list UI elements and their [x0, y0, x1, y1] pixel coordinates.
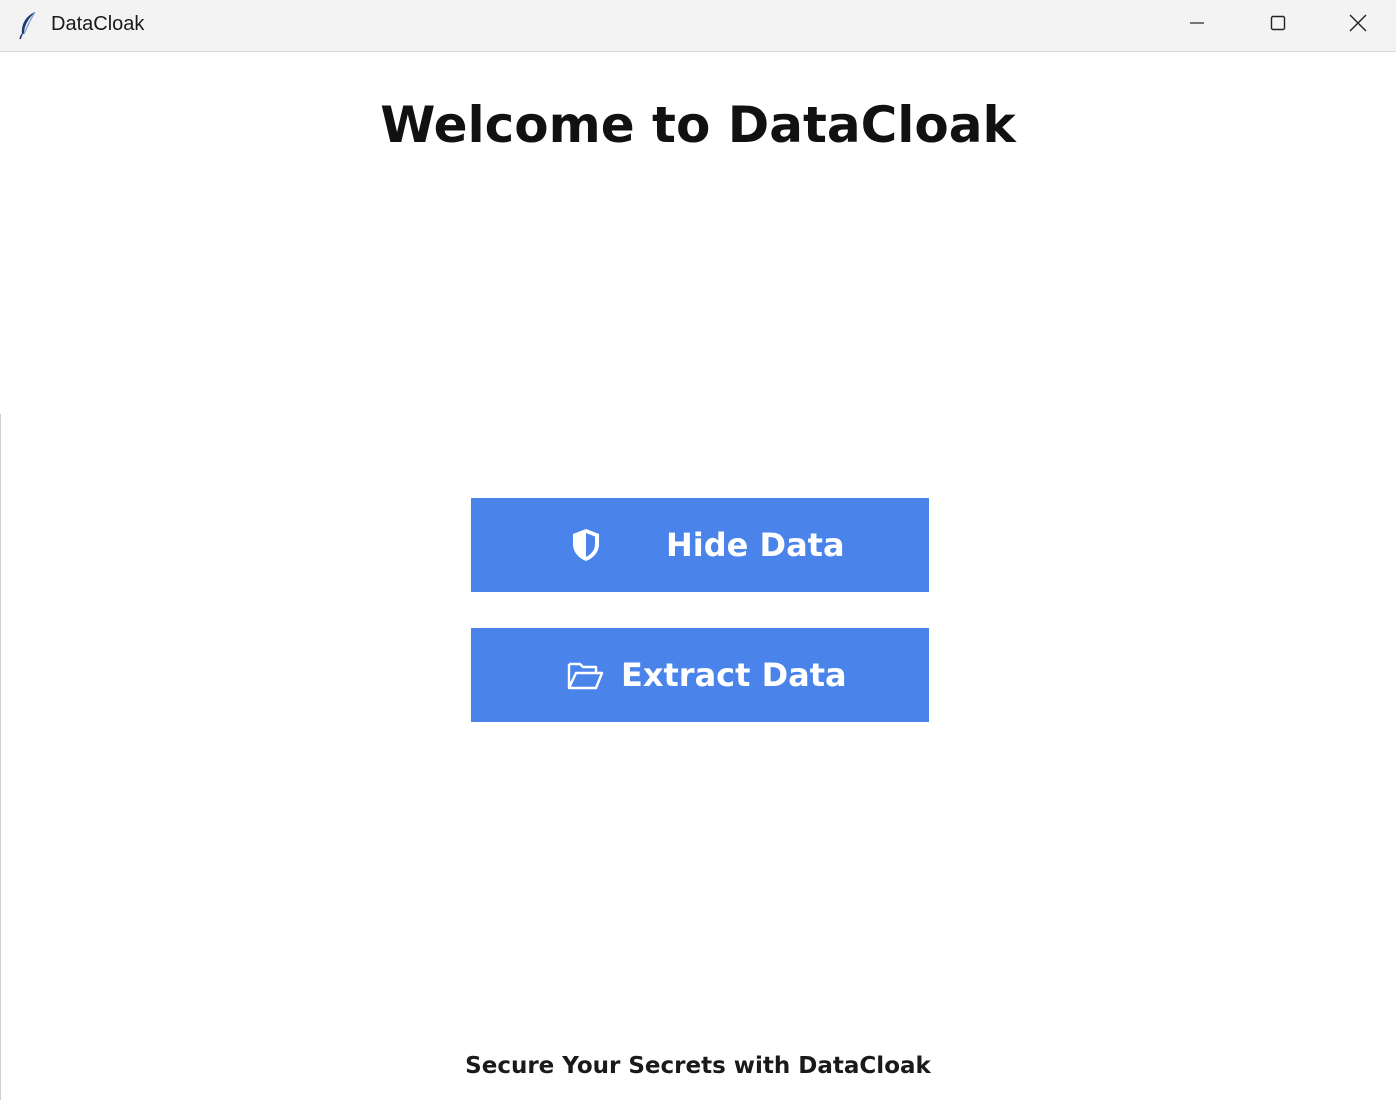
close-icon [1349, 14, 1367, 37]
hide-data-label: Hide Data [666, 526, 845, 564]
extract-data-button[interactable]: Extract Data [471, 628, 929, 722]
shield-icon [566, 525, 606, 565]
page-title: Welcome to DataCloak [380, 96, 1016, 154]
minimize-button[interactable] [1157, 0, 1237, 50]
window-border [0, 414, 1, 1100]
maximize-button[interactable] [1238, 0, 1318, 50]
app-window: DataCloak Welcome to DataCloak Hide Data [0, 0, 1396, 1100]
window-title: DataCloak [51, 13, 145, 35]
feather-icon [16, 10, 40, 40]
close-button[interactable] [1318, 0, 1396, 50]
maximize-icon [1270, 15, 1286, 36]
title-bar[interactable]: DataCloak [0, 0, 1396, 52]
minimize-icon [1189, 15, 1205, 36]
extract-data-label: Extract Data [621, 656, 847, 694]
hide-data-button[interactable]: Hide Data [471, 498, 929, 592]
folder-open-icon [565, 655, 605, 695]
footer-tagline: Secure Your Secrets with DataCloak [465, 1053, 931, 1079]
